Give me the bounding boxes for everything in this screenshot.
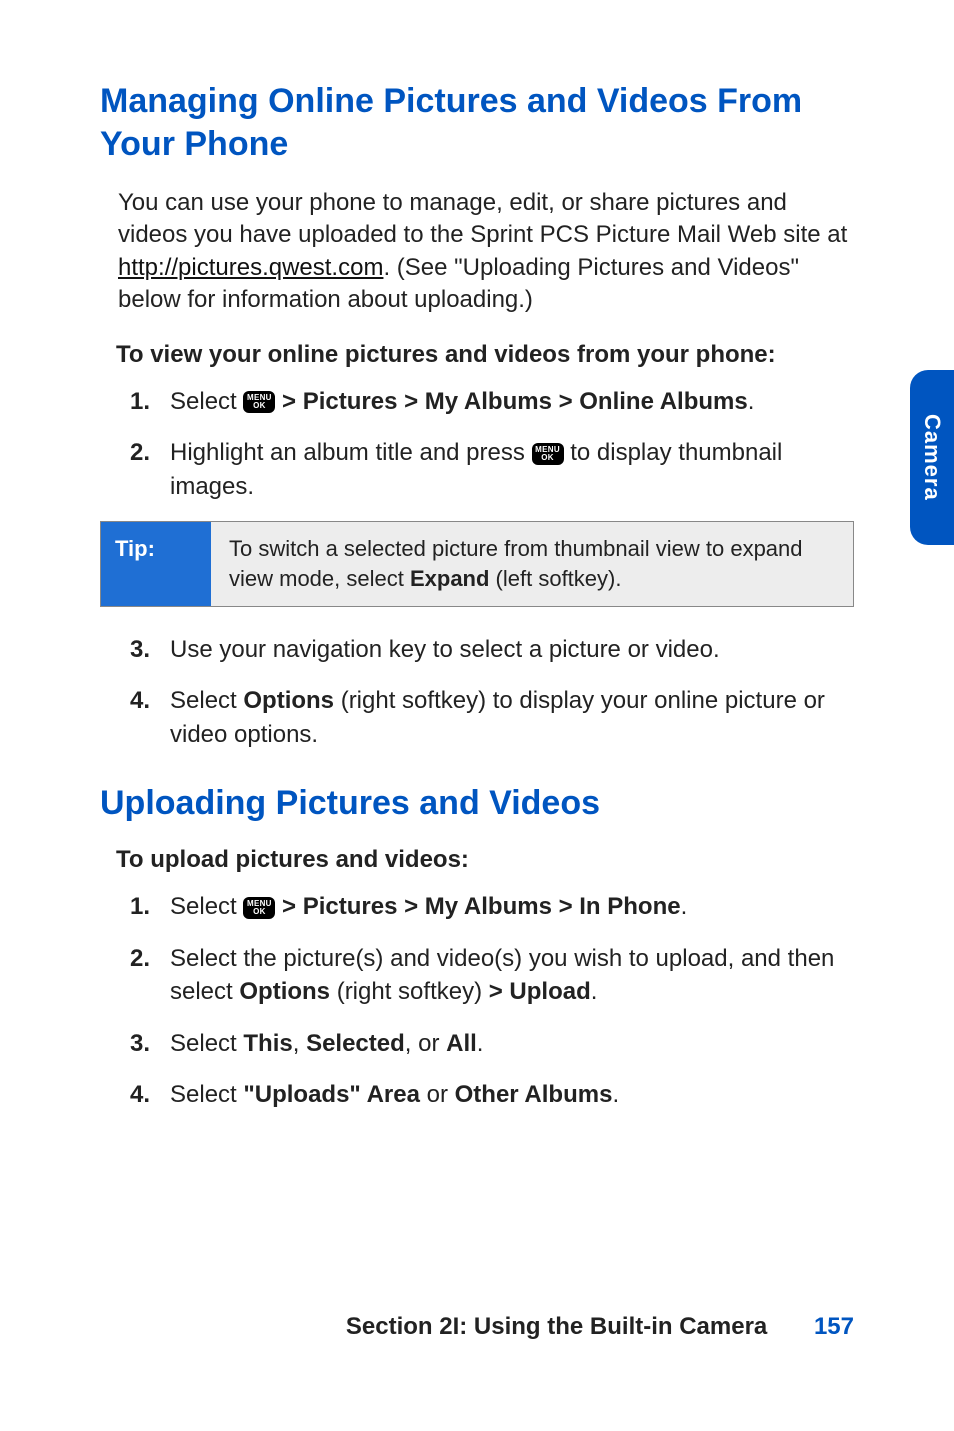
step-bold-options: Options bbox=[243, 687, 334, 714]
heading-uploading: Uploading Pictures and Videos bbox=[100, 782, 854, 825]
step-2-3: 3. Select This, Selected, or All. bbox=[130, 1027, 854, 1061]
step-end: . bbox=[748, 388, 755, 415]
step-text-mid: (right softkey) bbox=[330, 978, 489, 1005]
heading-managing: Managing Online Pictures and Videos From… bbox=[100, 80, 854, 165]
step-2-1: 1. Select MENUOK > Pictures > My Albums … bbox=[130, 890, 854, 924]
step-number: 3. bbox=[130, 1027, 170, 1061]
menu-ok-icon: MENUOK bbox=[243, 391, 275, 413]
tip-content: To switch a selected picture from thumbn… bbox=[211, 522, 853, 605]
step-sep: , or bbox=[405, 1030, 446, 1057]
step-2-2: 2. Select the picture(s) and video(s) yo… bbox=[130, 942, 854, 1009]
step-sep: , bbox=[293, 1030, 306, 1057]
side-tab-camera: Camera bbox=[910, 370, 954, 545]
menu-ok-line2: OK bbox=[541, 454, 554, 462]
step-bold-selected: Selected bbox=[306, 1030, 405, 1057]
step-bold-nav: > Pictures > My Albums > In Phone bbox=[275, 893, 680, 920]
step-end: . bbox=[477, 1030, 484, 1057]
intro-paragraph: You can use your phone to manage, edit, … bbox=[118, 187, 854, 317]
step-text-pre: Select bbox=[170, 893, 243, 920]
menu-ok-icon: MENUOK bbox=[243, 897, 275, 919]
step-bold-nav: > Pictures > My Albums > Online Albums bbox=[275, 388, 747, 415]
step-1-4: 4. Select Options (right softkey) to dis… bbox=[130, 684, 854, 751]
step-text: Select bbox=[170, 388, 243, 415]
step-number: 2. bbox=[130, 436, 170, 470]
step-text-pre: Select bbox=[170, 1030, 243, 1057]
step-number: 3. bbox=[130, 633, 170, 667]
step-bold-upload: > Upload bbox=[489, 978, 591, 1005]
step-bold-all: All bbox=[446, 1030, 477, 1057]
menu-ok-line2: OK bbox=[253, 908, 266, 916]
step-bold-options: Options bbox=[239, 978, 330, 1005]
step-1-2: 2. Highlight an album title and press ME… bbox=[130, 436, 854, 503]
step-text-pre: Select bbox=[170, 687, 243, 714]
instruction-header-upload: To upload pictures and videos: bbox=[116, 846, 854, 874]
step-number: 1. bbox=[130, 385, 170, 419]
page-footer: Section 2I: Using the Built-in Camera 15… bbox=[346, 1313, 854, 1341]
step-number: 4. bbox=[130, 1078, 170, 1112]
step-1-3: 3. Use your navigation key to select a p… bbox=[130, 633, 854, 667]
step-end: . bbox=[681, 893, 688, 920]
step-number: 1. bbox=[130, 890, 170, 924]
footer-page-number: 157 bbox=[814, 1313, 854, 1340]
side-tab-label: Camera bbox=[919, 414, 945, 501]
step-bold-uploads-area: "Uploads" Area bbox=[243, 1081, 420, 1108]
step-text: Highlight an album title and press bbox=[170, 439, 532, 466]
step-text-pre: Select bbox=[170, 1081, 243, 1108]
tip-box: Tip: To switch a selected picture from t… bbox=[100, 521, 854, 606]
step-end: . bbox=[591, 978, 598, 1005]
steps-list-section1-bottom: 3. Use your navigation key to select a p… bbox=[130, 633, 854, 752]
tip-bold: Expand bbox=[410, 566, 489, 591]
tip-label: Tip: bbox=[101, 522, 211, 605]
steps-list-section1-top: 1. Select MENUOK > Pictures > My Albums … bbox=[130, 385, 854, 504]
step-text: Use your navigation key to select a pict… bbox=[170, 633, 854, 667]
menu-ok-icon: MENUOK bbox=[532, 443, 564, 465]
tip-text-post: (left softkey). bbox=[489, 566, 621, 591]
step-text-mid: or bbox=[420, 1081, 455, 1108]
step-number: 4. bbox=[130, 684, 170, 718]
step-number: 2. bbox=[130, 942, 170, 976]
pictures-qwest-link[interactable]: http://pictures.qwest.com bbox=[118, 254, 383, 281]
page-container: Managing Online Pictures and Videos From… bbox=[0, 0, 954, 1431]
step-bold-other-albums: Other Albums bbox=[455, 1081, 613, 1108]
step-2-4: 4. Select "Uploads" Area or Other Albums… bbox=[130, 1078, 854, 1112]
step-bold-this: This bbox=[243, 1030, 292, 1057]
footer-section-title: Section 2I: Using the Built-in Camera bbox=[346, 1313, 767, 1340]
steps-list-section2: 1. Select MENUOK > Pictures > My Albums … bbox=[130, 890, 854, 1112]
step-1-1: 1. Select MENUOK > Pictures > My Albums … bbox=[130, 385, 854, 419]
intro-text-part1: You can use your phone to manage, edit, … bbox=[118, 189, 847, 248]
step-end: . bbox=[612, 1081, 619, 1108]
instruction-header-view: To view your online pictures and videos … bbox=[116, 341, 854, 369]
menu-ok-line2: OK bbox=[253, 402, 266, 410]
